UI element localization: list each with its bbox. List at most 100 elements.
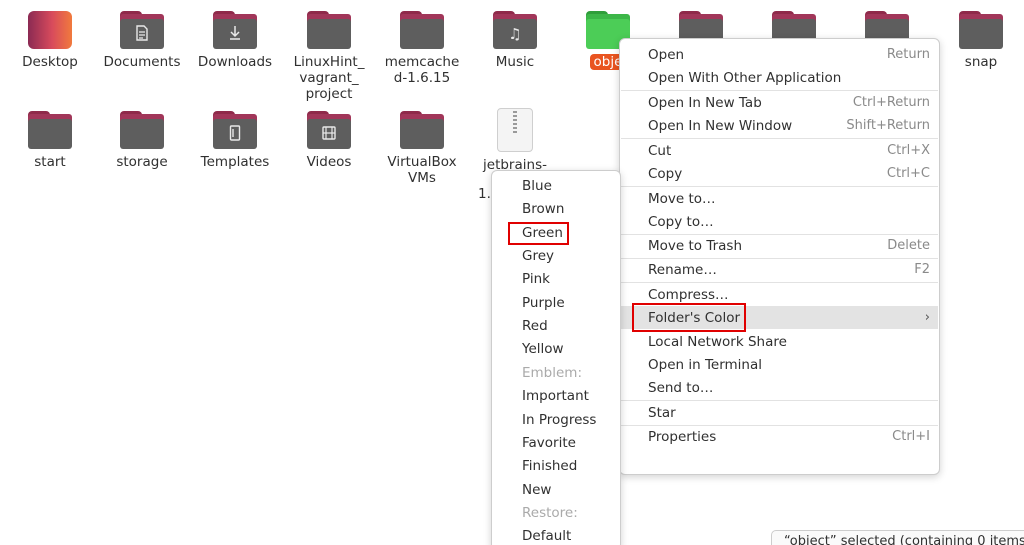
file-label: Music: [495, 54, 535, 70]
folder-icon: [400, 111, 444, 149]
submenu-item-favorite[interactable]: Favorite: [493, 432, 619, 455]
menu-item-properties[interactable]: Properties Ctrl+I: [621, 425, 938, 448]
document-icon: [135, 24, 149, 44]
menu-item-open-with[interactable]: Open With Other Application: [621, 66, 938, 89]
file-label: snap: [964, 54, 998, 70]
file-label: start: [34, 154, 66, 170]
submenu-item-pink[interactable]: Pink: [493, 268, 619, 291]
menu-item-label: Move to Trash: [648, 237, 743, 254]
menu-item-move-to[interactable]: Move to…: [621, 187, 938, 210]
music-folder-icon: ♫: [493, 11, 537, 49]
menu-item-label: Star: [648, 404, 676, 421]
submenu-item-new[interactable]: New: [493, 479, 619, 502]
templates-folder-icon: [213, 111, 257, 149]
menu-item-label: Open: [648, 46, 685, 63]
file-downloads[interactable]: Downloads: [190, 11, 280, 70]
videos-folder-icon: [307, 111, 351, 149]
menu-item-star[interactable]: Star: [621, 401, 938, 424]
menu-item-shortcut: Ctrl+C: [886, 166, 930, 181]
menu-item-label: Open With Other Application: [648, 69, 842, 86]
menu-item-rename[interactable]: Rename… F2: [621, 258, 938, 281]
menu-item-label: Copy to…: [648, 213, 714, 230]
file-documents[interactable]: Documents: [97, 11, 187, 70]
submenu-item-grey[interactable]: Grey: [493, 245, 619, 268]
file-label: LinuxHint_ vagrant_ project: [293, 54, 365, 102]
folder-icon: [307, 11, 351, 49]
folder-icon: [120, 111, 164, 149]
submenu-item-important[interactable]: Important: [493, 385, 619, 408]
menu-item-copy[interactable]: Copy Ctrl+C: [621, 162, 938, 185]
desktop-folder-icon: [28, 11, 72, 49]
music-note-icon: ♫: [508, 24, 522, 43]
submenu-header-emblem: Emblem:: [522, 365, 583, 381]
menu-item-label: Cut: [648, 142, 672, 159]
menu-item-label: Local Network Share: [648, 333, 787, 350]
status-bar: “object” selected (containing 0 items): [771, 530, 1024, 545]
menu-item-open-new-tab[interactable]: Open In New Tab Ctrl+Return: [621, 91, 938, 114]
download-arrow-icon: [228, 25, 242, 44]
file-label: VirtualBox VMs: [387, 154, 457, 186]
folder-icon: [400, 11, 444, 49]
menu-item-open-new-window[interactable]: Open In New Window Shift+Return: [621, 114, 938, 137]
annotation-highlight-box: [632, 303, 746, 332]
file-storage[interactable]: storage: [97, 111, 187, 170]
file-label: Downloads: [197, 54, 273, 70]
template-icon: [229, 124, 241, 144]
submenu-item-blue[interactable]: Blue: [493, 175, 619, 198]
submenu-item-brown[interactable]: Brown: [493, 198, 619, 221]
chevron-right-icon: ›: [924, 310, 930, 325]
submenu-item-default[interactable]: Default: [493, 525, 619, 545]
menu-item-label: Copy: [648, 165, 683, 182]
file-start[interactable]: start: [5, 111, 95, 170]
menu-item-label: Send to…: [648, 379, 714, 396]
submenu-item-in-progress[interactable]: In Progress: [493, 409, 619, 432]
annotation-highlight-box-green: [508, 222, 569, 245]
downloads-folder-icon: [213, 11, 257, 49]
file-templates[interactable]: Templates: [190, 111, 280, 170]
menu-item-label: Properties: [648, 428, 717, 445]
file-videos[interactable]: Videos: [284, 111, 374, 170]
menu-item-open-in-terminal[interactable]: Open in Terminal: [621, 353, 938, 376]
file-music[interactable]: ♫ Music: [470, 11, 560, 70]
menu-item-label: Rename…: [648, 261, 717, 278]
file-label: Desktop: [22, 54, 78, 70]
documents-folder-icon: [120, 11, 164, 49]
file-virtualbox-vms[interactable]: VirtualBox VMs: [377, 111, 467, 186]
menu-item-shortcut: Return: [886, 47, 930, 62]
file-label: Documents: [103, 54, 181, 70]
menu-item-copy-to[interactable]: Copy to…: [621, 210, 938, 233]
menu-item-send-to[interactable]: Send to…: [621, 376, 938, 399]
menu-item-label: Compress…: [648, 286, 729, 303]
file-desktop[interactable]: Desktop: [5, 11, 95, 70]
menu-item-shortcut: Ctrl+Return: [852, 95, 930, 110]
submenu-item-purple[interactable]: Purple: [493, 292, 619, 315]
menu-item-label: Move to…: [648, 190, 716, 207]
menu-item-shortcut: Ctrl+I: [892, 429, 930, 444]
file-jetbrains-archive[interactable]: jetbrains-: [470, 108, 560, 173]
menu-item-cut[interactable]: Cut Ctrl+X: [621, 139, 938, 162]
file-linuxhint-vagrant-project[interactable]: LinuxHint_ vagrant_ project: [284, 11, 374, 102]
folder-icon: [959, 11, 1003, 49]
file-label: Videos: [306, 154, 352, 170]
menu-item-open[interactable]: Open Return: [621, 43, 938, 66]
menu-item-local-network-share[interactable]: Local Network Share: [621, 330, 938, 353]
submenu-item-finished[interactable]: Finished: [493, 455, 619, 478]
submenu-item-yellow[interactable]: Yellow: [493, 338, 619, 361]
status-text: “object” selected (containing 0 items): [784, 534, 1024, 545]
context-menu: Open Return Open With Other Application …: [619, 38, 940, 475]
file-snap[interactable]: snap: [936, 11, 1024, 70]
menu-item-shortcut: Shift+Return: [846, 118, 930, 133]
film-icon: [322, 125, 336, 143]
menu-item-shortcut: Ctrl+X: [887, 143, 930, 158]
file-label: Templates: [200, 154, 270, 170]
file-label-truncated: 1.: [478, 186, 491, 202]
menu-item-label: Open In New Window: [648, 117, 793, 134]
menu-item-move-to-trash[interactable]: Move to Trash Delete: [621, 234, 938, 257]
folder-icon: [28, 111, 72, 149]
file-label: memcache d-1.6.15: [384, 54, 460, 86]
submenu-item-red[interactable]: Red: [493, 315, 619, 338]
file-label: storage: [116, 154, 168, 170]
file-memcached[interactable]: memcache d-1.6.15: [377, 11, 467, 86]
menu-item-label: Open In New Tab: [648, 94, 762, 111]
menu-item-label: Open in Terminal: [648, 356, 762, 373]
